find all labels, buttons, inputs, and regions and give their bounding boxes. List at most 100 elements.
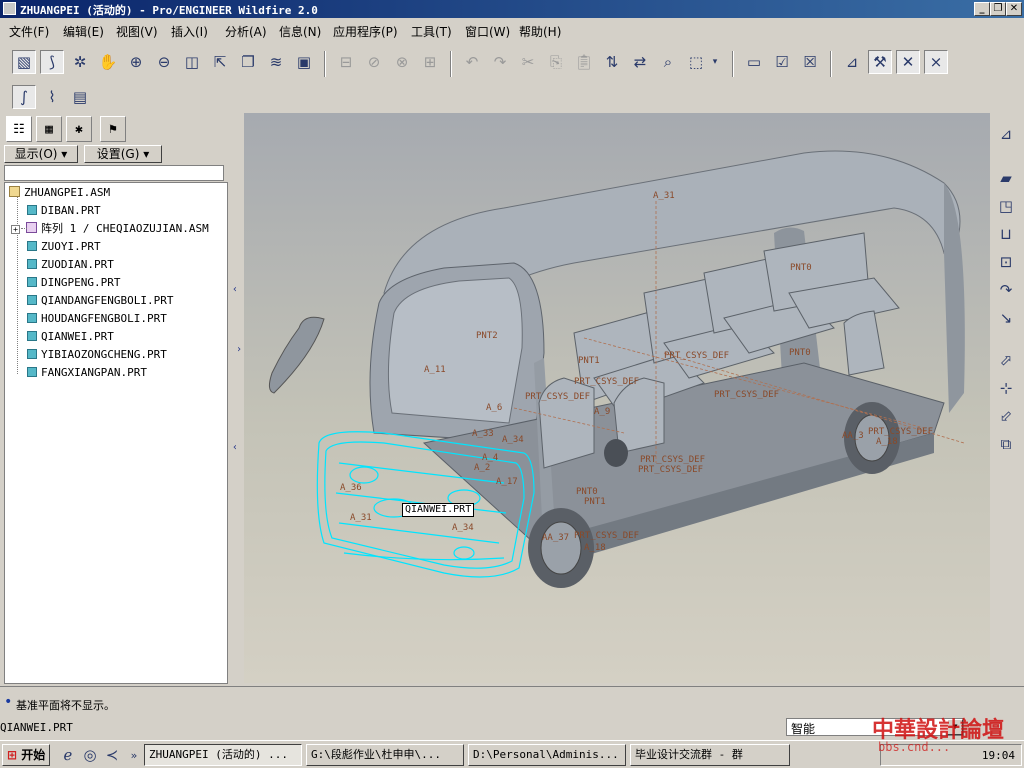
rib-icon[interactable]: ⬃ [994, 404, 1018, 428]
show-dropdown[interactable]: 显示(O) ▾ [4, 145, 78, 163]
blend-icon[interactable]: ⊡ [994, 250, 1018, 274]
datum-label[interactable]: PRT_CSYS_DEF [525, 392, 590, 402]
tab-web[interactable]: ⚑ [100, 116, 126, 142]
draft-icon[interactable]: ⬀ [994, 348, 1018, 372]
show-icon[interactable]: ✕ [896, 50, 920, 74]
revolve-icon[interactable]: ◳ [994, 194, 1018, 218]
layers-icon[interactable]: ≋ [264, 50, 288, 74]
tab-favorites[interactable]: ✱ [66, 116, 92, 142]
datum-label[interactable]: A_2 [474, 463, 490, 473]
tree-item[interactable]: YIBIAOZONGCHENG.PRT [27, 348, 167, 361]
datum-label[interactable]: PNT0 [789, 348, 811, 358]
tree-filter-field[interactable] [4, 165, 224, 181]
datum-point-icon[interactable]: ⊗ [390, 50, 414, 74]
datum-label[interactable]: A_33 [472, 429, 494, 439]
tree-item[interactable]: DIBAN.PRT [27, 204, 101, 217]
menu-applications[interactable]: 应用程序(P) [333, 23, 398, 40]
sketch-pipe-icon[interactable]: ⌇ [40, 85, 64, 109]
settings-dropdown[interactable]: 设置(G) ▾ [84, 145, 162, 163]
extrude-icon[interactable]: ▰ [994, 166, 1018, 190]
menu-insert[interactable]: 插入(I) [171, 23, 208, 40]
regenerate-icon[interactable]: ⇅ [600, 50, 624, 74]
datum-label[interactable]: PNT1 [584, 497, 606, 507]
window-switch-icon[interactable]: ☑ [770, 50, 794, 74]
sketch-dim-icon[interactable]: ▤ [68, 85, 92, 109]
tree-item[interactable]: FANGXIANGPAN.PRT [27, 366, 147, 379]
datum-label[interactable]: A_4 [482, 453, 498, 463]
shell-icon[interactable]: ⊹ [994, 376, 1018, 400]
taskbar-item-personal[interactable]: D:\Personal\Adminis... [468, 744, 626, 766]
graphics-window[interactable]: A_31 PNT0 PNT2 A_11 PNT1 PRT_CSYS_DEF PR… [244, 113, 990, 683]
zoom-in-icon[interactable]: ⊕ [124, 50, 148, 74]
bus-model-svg[interactable] [244, 113, 990, 683]
datum-label[interactable]: PRT_CSYS_DEF [868, 427, 933, 437]
tree-item[interactable]: DINGPENG.PRT [27, 276, 120, 289]
datum-label[interactable]: AA_3 [842, 431, 864, 441]
start-button[interactable]: ⊞ 开始 [2, 744, 50, 766]
datum-axis-icon[interactable]: ⊘ [362, 50, 386, 74]
datum-label[interactable]: A_34 [452, 523, 474, 533]
datum-label[interactable]: A_36 [340, 483, 362, 493]
csys-icon[interactable]: ⊞ [418, 50, 442, 74]
datum-label[interactable]: PNT0 [576, 487, 598, 497]
datum-label[interactable]: PRT_CSYS_DEF [638, 465, 703, 475]
datum-label[interactable]: A_6 [486, 403, 502, 413]
menu-file[interactable]: 文件(F) [9, 23, 49, 40]
collapse-left-icon[interactable]: ‹ [232, 442, 238, 453]
copy-icon[interactable]: ⎘ [544, 50, 568, 74]
tree-item[interactable]: HOUDANGFENGBOLI.PRT [27, 312, 167, 325]
more-icon[interactable]: » [122, 743, 146, 767]
menu-tools[interactable]: 工具(T) [411, 23, 452, 40]
reorient-icon[interactable]: ⇱ [208, 50, 232, 74]
window-close-icon[interactable]: ☒ [798, 50, 822, 74]
sweep-icon[interactable]: ⊔ [994, 222, 1018, 246]
cut-icon[interactable]: ✂ [516, 50, 540, 74]
menu-window[interactable]: 窗口(W) [465, 23, 510, 40]
minimize-button[interactable]: _ [974, 2, 990, 16]
tab-folder-browser[interactable]: ▦ [36, 116, 62, 142]
close-button[interactable]: ✕ [1006, 2, 1022, 16]
datum-plane-icon[interactable]: ⊟ [334, 50, 358, 74]
hide-icon[interactable]: ⚒ [868, 50, 892, 74]
saved-views-icon[interactable]: ❐ [236, 50, 260, 74]
datum-label[interactable]: A_31 [653, 191, 675, 201]
undo-icon[interactable]: ↶ [460, 50, 484, 74]
datum-label[interactable]: PRT_CSYS_DEF [574, 531, 639, 541]
collapse-right-icon[interactable]: › [236, 344, 242, 355]
menu-analysis[interactable]: 分析(A) [225, 23, 267, 40]
datum-label[interactable]: PRT_CSYS_DEF [640, 455, 705, 465]
menu-info[interactable]: 信息(N) [279, 23, 321, 40]
repaint-icon[interactable]: ▧ [12, 50, 36, 74]
paste-special-icon[interactable]: ⇄ [628, 50, 652, 74]
explorer-icon[interactable]: ◎ [78, 743, 102, 767]
datum-label[interactable]: PNT0 [790, 263, 812, 273]
chevron-down-icon[interactable]: ▾ [708, 50, 722, 74]
datum-label[interactable]: PRT_CSYS_DEF [574, 377, 639, 387]
tree-item[interactable]: QIANWEI.PRT [27, 330, 114, 343]
refit-icon[interactable]: ◫ [180, 50, 204, 74]
datum-label[interactable]: A_31 [350, 513, 372, 523]
datum-label[interactable]: A_18 [584, 543, 606, 553]
restore-button[interactable]: ❐ [990, 2, 1006, 16]
expand-icon[interactable]: + [11, 225, 20, 234]
spin-icon[interactable]: ✲ [68, 50, 92, 74]
panel-splitter[interactable]: ‹ › ‹ [230, 112, 244, 684]
redo-icon[interactable]: ↷ [488, 50, 512, 74]
menu-help[interactable]: 帮助(H) [519, 23, 561, 40]
datum-label[interactable]: A_9 [594, 407, 610, 417]
tab-model-tree[interactable]: ☷ [6, 116, 32, 142]
sketch-icon[interactable]: ⊿ [994, 122, 1018, 146]
find-icon[interactable]: ⌕ [656, 50, 680, 74]
sketch-curve-icon[interactable]: ∫ [12, 85, 36, 109]
datum-label[interactable]: PRT_CSYS_DEF [714, 390, 779, 400]
round-icon[interactable]: ↘ [994, 306, 1018, 330]
hole-icon[interactable]: ↷ [994, 278, 1018, 302]
cross-icon[interactable]: ⨯ [924, 50, 948, 74]
model-display-icon[interactable]: ▣ [292, 50, 316, 74]
datum-label[interactable]: AA_37 [542, 533, 569, 543]
datum-label[interactable]: PNT1 [578, 356, 600, 366]
taskbar-item-proe[interactable]: ZHUANGPEI (活动的) ... [144, 744, 302, 766]
tree-item[interactable]: ZUOYI.PRT [27, 240, 101, 253]
taskbar-item-folder[interactable]: G:\段彪作业\杜申申\... [306, 744, 464, 766]
tree-item[interactable]: ZUODIAN.PRT [27, 258, 114, 271]
